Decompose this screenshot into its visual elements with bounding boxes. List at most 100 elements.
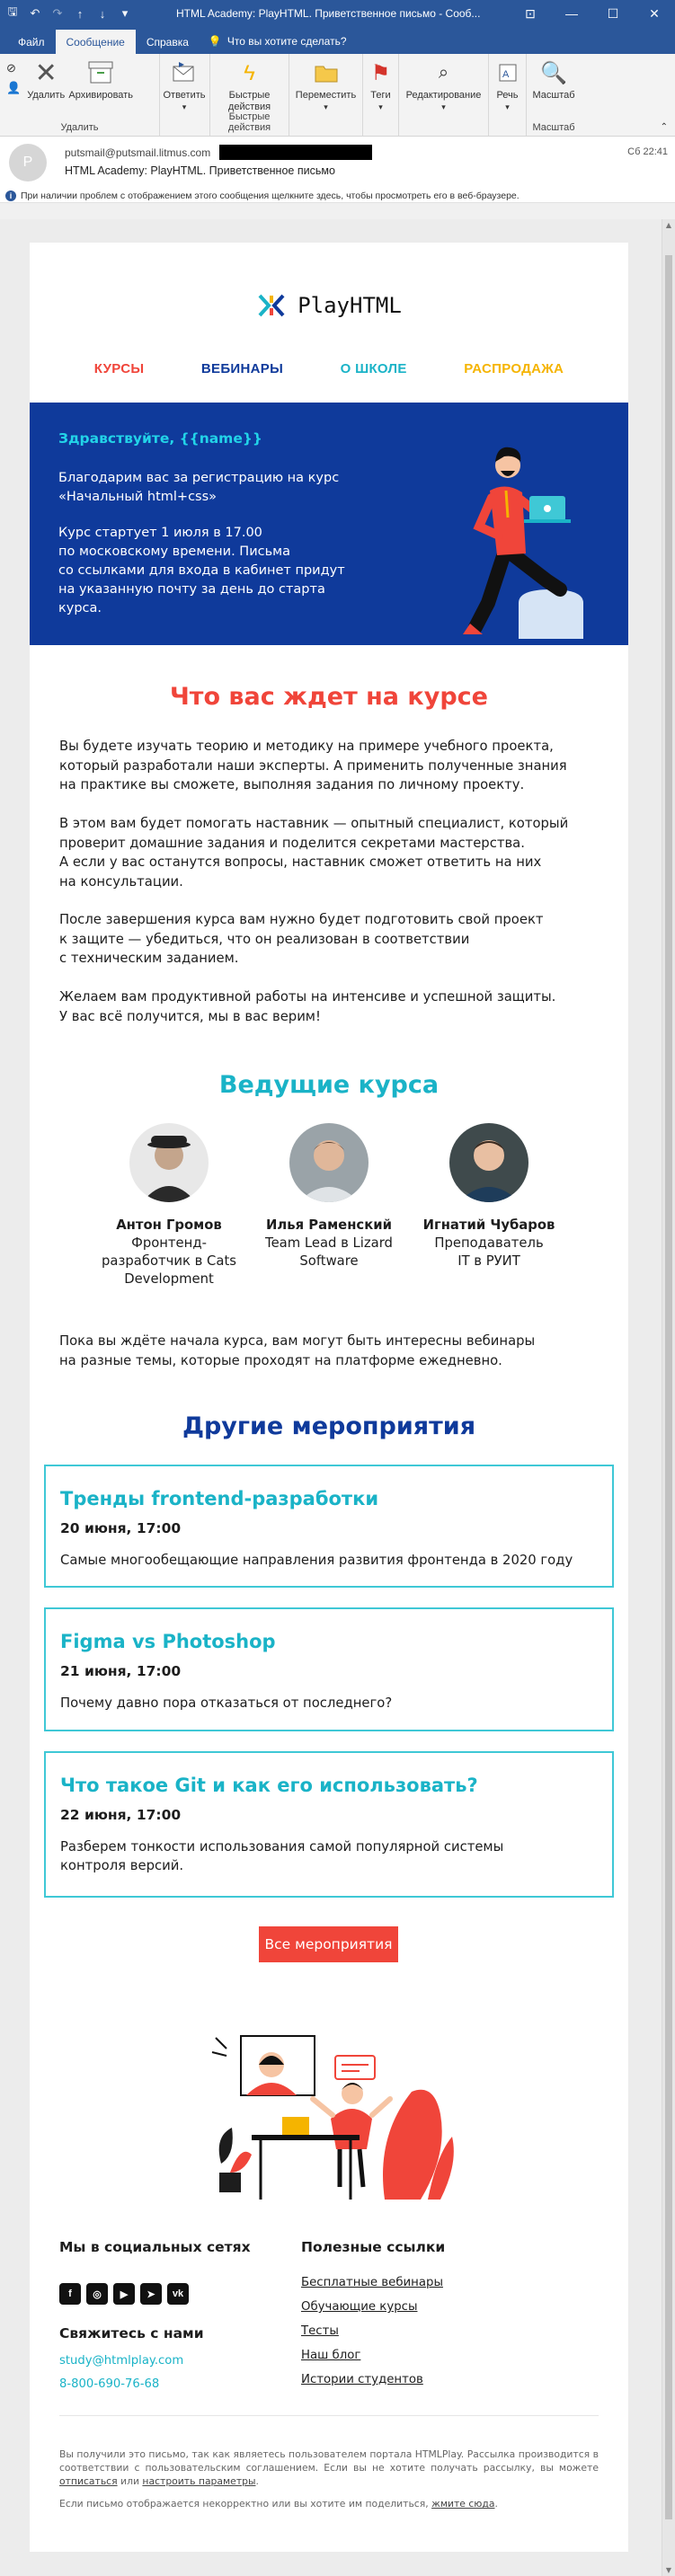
nav-link-webinars[interactable]: ВЕБИНАРЫ (201, 361, 283, 376)
instagram-icon[interactable]: ◎ (86, 2283, 108, 2305)
scroll-down-icon[interactable]: ▼ (662, 2566, 675, 2574)
speech-icon: A (494, 58, 521, 88)
ribbon-group-zoom: 🔍 Масштаб Масштаб (527, 54, 581, 136)
info-icon: i (5, 190, 16, 201)
close-icon[interactable]: ✕ (634, 0, 675, 27)
sender-email[interactable]: putsmail@putsmail.litmus.com (65, 146, 210, 159)
ribbon-group-label: Масштаб (532, 122, 575, 133)
ribbon-group-label: Быстрые действия (227, 111, 271, 133)
telegram-icon[interactable]: ➤ (140, 2283, 162, 2305)
message-subject: HTML Academy: PlayHTML. Приветственное п… (65, 164, 335, 177)
all-events-button[interactable]: Все мероприятия (259, 1926, 398, 1962)
avatar: P (9, 144, 47, 181)
event-description: Почему давно пора отказаться от последне… (60, 1695, 393, 1711)
settings-link[interactable]: настроить параметры (142, 2475, 255, 2487)
up-arrow-icon[interactable]: ↑ (73, 7, 87, 21)
footer-link[interactable]: Наш блог (301, 2349, 360, 2362)
view-online-link[interactable]: жмите сюда (431, 2498, 494, 2510)
tab-help[interactable]: Справка (136, 30, 200, 54)
scroll-up-icon[interactable]: ▲ (662, 221, 675, 229)
restore-ribbon-icon[interactable]: ⊡ (510, 0, 551, 27)
hero-paragraph-1: Благодарим вас за регистрацию на курс «Н… (58, 471, 340, 504)
event-card[interactable]: Что такое Git и как его использовать? 22… (44, 1751, 614, 1898)
undo-icon[interactable]: ↶ (28, 6, 42, 21)
dropdown-chevron-icon: ▾ (505, 102, 510, 111)
vertical-scrollbar[interactable]: ▲ ▼ (662, 219, 675, 2576)
event-title[interactable]: Что такое Git и как его использовать? (60, 1775, 598, 1796)
info-text: При наличии проблем с отображением этого… (21, 190, 520, 201)
info-bar[interactable]: i При наличии проблем с отображением это… (0, 189, 675, 203)
dropdown-chevron-icon: ▾ (378, 102, 383, 111)
move-button[interactable]: Переместить ▾ (292, 58, 360, 136)
hero-banner: Здравствуйте, {{name}} Благодарим вас за… (30, 403, 628, 645)
redacted-recipient (219, 145, 373, 160)
message-header: P putsmail@putsmail.litmus.com HTML Acad… (0, 137, 675, 189)
facebook-icon[interactable]: f (59, 2283, 81, 2305)
ribbon-group-editing: ⌕ Редактирование ▾ (399, 54, 489, 136)
contact-email[interactable]: study@htmlplay.com (59, 2354, 183, 2368)
teacher-card: Илья Раменский Team Lead в Lizard Softwa… (253, 1123, 405, 1270)
tab-message[interactable]: Сообщение (55, 30, 136, 54)
footer-link[interactable]: Обучающие курсы (301, 2300, 417, 2314)
ignore-icon[interactable]: ⊘ (6, 61, 21, 75)
course-paragraph-1: Вы будете изучать теорию и методику на п… (59, 739, 567, 792)
event-description: Разберем тонкости использования самой по… (60, 1839, 504, 1873)
tags-button[interactable]: ⚑ Теги ▾ (366, 58, 395, 136)
scrollbar-thumb[interactable] (665, 255, 672, 2519)
nav-link-sale[interactable]: РАСПРОДАЖА (464, 361, 564, 376)
teachers-section-title: Ведущие курса (218, 1071, 440, 1099)
teacher-photo (129, 1123, 209, 1202)
lightning-icon: ϟ (244, 60, 255, 85)
event-description: Самые многообещающие направления развити… (60, 1553, 573, 1568)
event-title[interactable]: Тренды frontend-разработки (60, 1488, 598, 1509)
unsubscribe-link[interactable]: отписаться (59, 2475, 118, 2487)
ribbon-group-speech: A Речь ▾ (489, 54, 527, 136)
people-at-table-illustration (211, 2035, 454, 2200)
lightbulb-icon: 💡 (208, 35, 222, 48)
vk-icon[interactable]: vk (167, 2283, 189, 2305)
nav-link-courses[interactable]: КУРСЫ (94, 361, 145, 376)
delete-x-icon: ✕ (34, 58, 58, 88)
legal-text: Вы получили это письмо, так как являетес… (59, 2448, 599, 2487)
events-section-title: Другие мероприятия (182, 1412, 476, 1440)
footer-link[interactable]: Бесплатные вебинары (301, 2276, 443, 2289)
event-title[interactable]: Figma vs Photoshop (60, 1631, 598, 1652)
minimize-icon[interactable]: — (551, 0, 592, 27)
playhtml-logo-icon (258, 294, 285, 317)
ribbon-tabs: Файл Сообщение Справка 💡 Что вы хотите с… (0, 27, 675, 54)
contact-phone[interactable]: 8-800-690-76-68 (59, 2377, 159, 2391)
email-body: PlayHTML КУРСЫ ВЕБИНАРЫ О ШКОЛЕ РАСПРОДА… (30, 243, 628, 2552)
footer-link[interactable]: Тесты (301, 2324, 339, 2338)
save-icon[interactable]: 🖫 (5, 4, 20, 23)
ribbon-collapse-icon[interactable]: ⌃ (661, 122, 668, 132)
tab-file[interactable]: Файл (7, 30, 56, 54)
maximize-icon[interactable]: ☐ (592, 0, 634, 27)
editing-button[interactable]: ⌕ Редактирование ▾ (402, 58, 485, 136)
speech-button[interactable]: A Речь ▾ (492, 58, 523, 136)
flag-icon: ⚑ (370, 60, 391, 85)
email-logo[interactable]: PlayHTML (30, 292, 628, 319)
dropdown-chevron-icon: ▾ (441, 102, 446, 111)
find-icon: ⌕ (438, 62, 449, 83)
ribbon-group-move: Переместить ▾ (289, 54, 363, 136)
reply-button[interactable]: Ответить ▾ (163, 58, 206, 136)
junk-icon[interactable]: 👤 (6, 81, 21, 95)
nav-link-about[interactable]: О ШКОЛЕ (341, 361, 407, 376)
ribbon-group-delete: ⊘ 👤 ✕ Удалить Архивировать Удалить (0, 54, 160, 136)
svg-text:A: A (502, 69, 510, 80)
archive-icon (87, 58, 114, 88)
redo-icon[interactable]: ↷ (50, 6, 65, 21)
contact-title: Свяжитесь с нами (59, 2325, 204, 2341)
event-card[interactable]: Тренды frontend-разработки 20 июня, 17:0… (44, 1465, 614, 1588)
social-title: Мы в социальных сетях (59, 2239, 251, 2255)
webinars-note: Пока вы ждёте начала курса, вам могут бы… (59, 1333, 536, 1368)
youtube-icon[interactable]: ▶ (113, 2283, 135, 2305)
tell-me-box[interactable]: 💡 Что вы хотите сделать? (200, 29, 356, 54)
email-nav: КУРСЫ ВЕБИНАРЫ О ШКОЛЕ РАСПРОДАЖА (30, 361, 628, 376)
event-card[interactable]: Figma vs Photoshop 21 июня, 17:00 Почему… (44, 1607, 614, 1731)
footer-link[interactable]: Истории студентов (301, 2373, 423, 2386)
course-paragraph-4: Желаем вам продуктивной работы на интенс… (59, 989, 556, 1024)
down-arrow-icon[interactable]: ↓ (95, 7, 110, 21)
customize-icon[interactable]: ▾ (118, 6, 132, 21)
ribbon-group-respond: Ответить ▾ (160, 54, 210, 136)
